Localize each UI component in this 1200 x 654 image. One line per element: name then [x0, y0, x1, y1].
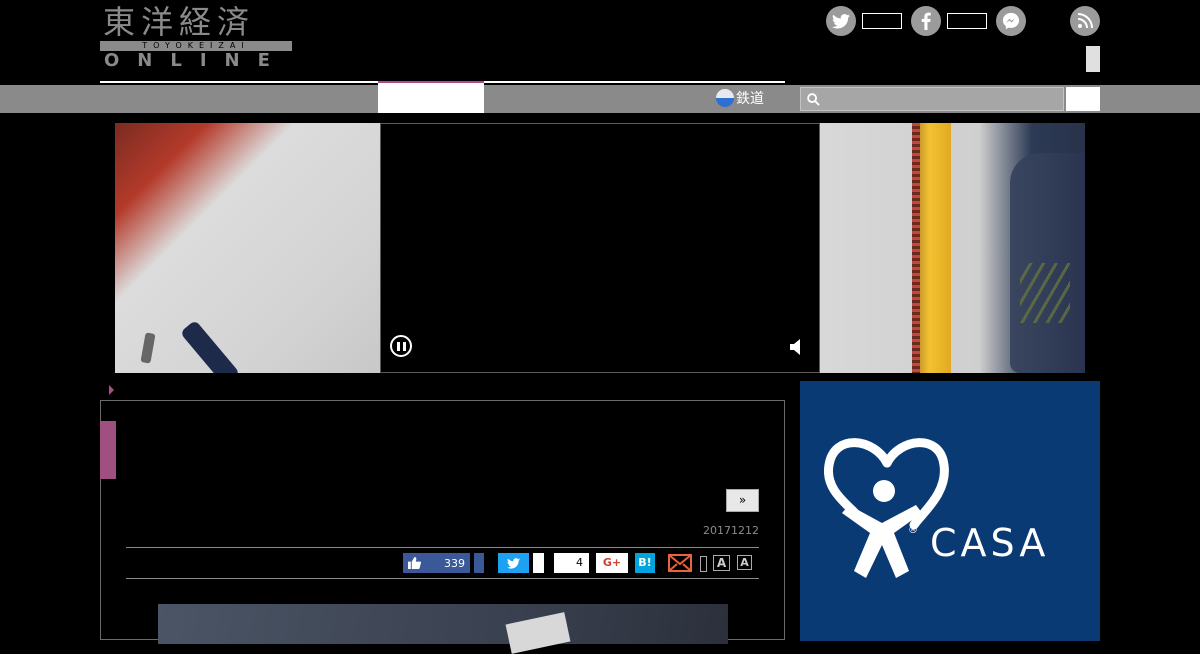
twitter-icon	[507, 557, 520, 569]
twitter-count	[862, 13, 902, 29]
article-main-image	[158, 604, 728, 654]
sidebar-ad[interactable]: ®	[800, 381, 1100, 641]
pocket-count[interactable]: 4	[554, 553, 589, 573]
hero-image-left	[115, 123, 380, 373]
rss-icon[interactable]	[1070, 6, 1100, 36]
facebook-icon[interactable]	[911, 6, 941, 36]
facebook-share-button[interactable]	[474, 553, 484, 573]
article-date: 20171212	[703, 524, 759, 537]
article-title-accent	[100, 421, 116, 479]
twitter-icon[interactable]	[826, 6, 856, 36]
train-icon	[716, 89, 734, 107]
ad-brand-text: CASA	[930, 521, 1050, 565]
thumbs-up-icon	[408, 557, 421, 569]
next-page-button[interactable]: »	[726, 489, 759, 512]
breadcrumb-arrow-icon	[109, 385, 114, 395]
video-player[interactable]	[380, 123, 820, 373]
font-size-large-button[interactable]: A	[713, 555, 730, 571]
share-divider-bottom	[126, 578, 759, 579]
facebook-count	[947, 13, 987, 29]
search-icon	[807, 93, 820, 106]
hatena-bookmark-button[interactable]: B!	[635, 553, 655, 573]
logo-online: ONLINE	[104, 50, 288, 71]
nav-tab-active[interactable]	[378, 83, 484, 113]
facebook-like-count: 339	[444, 556, 465, 570]
google-plus-button[interactable]: G+	[596, 553, 628, 573]
pause-icon[interactable]	[390, 335, 412, 357]
logo-kanji[interactable]: 東洋経済	[103, 2, 255, 42]
messenger-icon[interactable]	[996, 6, 1026, 36]
tweet-count	[533, 553, 544, 573]
font-size-small-button[interactable]: A	[737, 555, 752, 570]
search-input[interactable]	[800, 87, 1064, 111]
ad-registered-mark: ®	[908, 525, 918, 536]
header-menu-button[interactable]	[1086, 46, 1100, 72]
print-button[interactable]	[700, 556, 707, 572]
hero-image-right	[820, 123, 1085, 373]
nav-item-rail[interactable]: 鉄道	[716, 88, 764, 108]
volume-icon[interactable]	[790, 338, 802, 360]
tweet-button[interactable]	[498, 553, 529, 573]
facebook-like-button[interactable]: 339	[403, 553, 470, 573]
search-button[interactable]	[1066, 87, 1100, 111]
share-divider-top	[126, 547, 759, 548]
mail-icon[interactable]	[668, 554, 692, 572]
nav-item-rail-label: 鉄道	[736, 91, 764, 107]
